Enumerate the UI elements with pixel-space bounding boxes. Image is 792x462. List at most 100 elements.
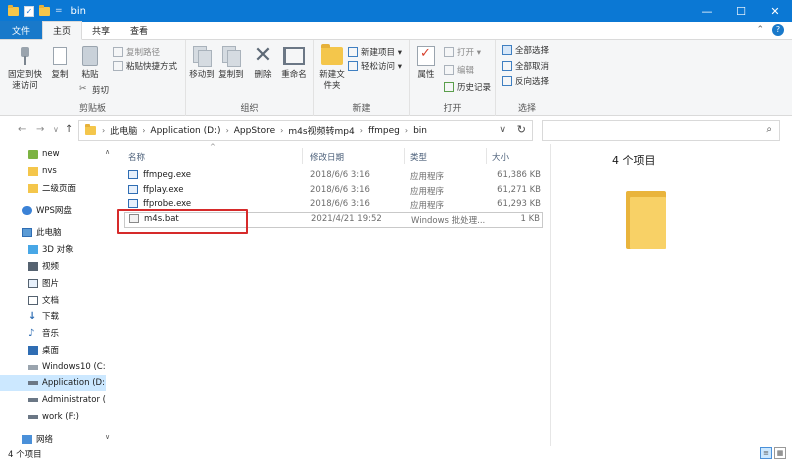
drive-icon bbox=[28, 398, 38, 402]
copy-path-icon bbox=[113, 47, 123, 57]
help-icon[interactable]: ? bbox=[772, 24, 784, 36]
picture-icon bbox=[28, 278, 38, 288]
forward-button[interactable]: → bbox=[36, 124, 44, 135]
delete-label: 删除 bbox=[254, 70, 272, 80]
chevron-up-icon[interactable]: ⌃ bbox=[756, 25, 764, 35]
new-folder-button[interactable]: 新建文件夹 bbox=[318, 44, 346, 92]
delete-button[interactable]: ✕ 删除 bbox=[252, 44, 274, 81]
column-date[interactable]: 修改日期 bbox=[310, 151, 344, 163]
column-size[interactable]: 大小 bbox=[492, 151, 509, 163]
breadcrumb-appstore[interactable]: AppStore bbox=[231, 126, 278, 136]
sidebar-item-videos[interactable]: 视频 bbox=[0, 258, 106, 274]
sidebar-item-network[interactable]: 网络 bbox=[0, 431, 106, 447]
edit-button[interactable]: 编辑 bbox=[444, 64, 474, 76]
sidebar-item-pictures[interactable]: 图片 bbox=[0, 275, 106, 291]
address-bar[interactable]: › 此电脑 › Application (D:) › AppStore › m4… bbox=[78, 120, 533, 141]
large-icons-view-icon[interactable]: ▦ bbox=[774, 447, 786, 459]
sidebar-item-label: work (F:) bbox=[42, 412, 79, 422]
sidebar-item-label: 音乐 bbox=[42, 329, 60, 339]
tab-file[interactable]: 文件 bbox=[0, 21, 43, 39]
minimize-button[interactable]: — bbox=[690, 0, 724, 22]
search-input[interactable]: ⌕ bbox=[542, 120, 780, 141]
copy-button[interactable]: 复制 bbox=[46, 44, 74, 81]
column-name[interactable]: 名称 bbox=[128, 151, 145, 163]
details-view-icon[interactable]: ≡ bbox=[760, 447, 772, 459]
breadcrumb-drive-d[interactable]: Application (D:) bbox=[147, 126, 223, 136]
new-folder-icon[interactable] bbox=[39, 4, 50, 16]
invert-selection-button[interactable]: 反向选择 bbox=[502, 75, 549, 87]
properties-icon[interactable]: ✓ bbox=[24, 5, 34, 17]
history-button[interactable]: 历史记录 bbox=[444, 81, 491, 93]
easy-access-button[interactable]: 轻松访问 ▾ bbox=[348, 60, 402, 72]
back-button[interactable]: ← bbox=[18, 124, 26, 135]
column-divider[interactable] bbox=[404, 148, 405, 164]
sidebar-item-documents[interactable]: 文档 bbox=[0, 292, 106, 308]
sidebar-item-music[interactable]: ♪ 音乐 bbox=[0, 325, 106, 341]
paste-shortcut-button[interactable]: 粘贴快捷方式 bbox=[113, 60, 177, 72]
table-row[interactable]: ffplay.exe 2018/6/6 3:16 应用程序 61,271 KB bbox=[124, 184, 543, 198]
open-label: 打开 ▾ bbox=[457, 48, 481, 58]
up-button[interactable]: ↑ bbox=[65, 124, 73, 135]
tab-home[interactable]: 主页 bbox=[42, 21, 83, 40]
sidebar-item-new[interactable]: new bbox=[0, 146, 106, 162]
tab-share[interactable]: 共享 bbox=[82, 21, 120, 39]
column-divider[interactable] bbox=[302, 148, 303, 164]
pin-to-quick-access-button[interactable]: 固定到快速访问 bbox=[6, 44, 44, 92]
properties-label: 属性 bbox=[417, 70, 435, 80]
column-type[interactable]: 类型 bbox=[410, 151, 427, 163]
tab-view[interactable]: 查看 bbox=[120, 21, 158, 39]
invert-selection-label: 反向选择 bbox=[515, 77, 550, 87]
column-divider[interactable] bbox=[486, 148, 487, 164]
breadcrumb-ffmpeg[interactable]: ffmpeg bbox=[365, 126, 403, 136]
folder-icon[interactable] bbox=[8, 4, 19, 16]
scroll-up-icon[interactable]: ∧ bbox=[105, 148, 110, 156]
sidebar-item-secondary-page[interactable]: 二级页面 bbox=[0, 180, 106, 196]
sidebar-item-this-pc[interactable]: 此电脑 bbox=[0, 224, 106, 240]
sidebar-item-nvs[interactable]: nvs bbox=[0, 163, 106, 179]
chevron-right-icon: › bbox=[142, 126, 146, 135]
maximize-button[interactable]: ☐ bbox=[724, 0, 758, 22]
breadcrumb-this-pc[interactable]: 此电脑 bbox=[107, 124, 140, 137]
sidebar-item-drive-e[interactable]: Administrator ( bbox=[0, 392, 106, 408]
sidebar-item-wps-cloud[interactable]: WPS网盘 bbox=[0, 202, 106, 218]
table-row[interactable]: ffmpeg.exe 2018/6/6 3:16 应用程序 61,386 KB bbox=[124, 169, 543, 183]
paste-label: 粘贴 bbox=[81, 70, 99, 80]
copy-to-button[interactable]: 复制到 bbox=[217, 44, 245, 81]
properties-button[interactable]: 属性 bbox=[414, 44, 438, 81]
cut-button[interactable]: ✂ 剪切 bbox=[79, 84, 110, 97]
recent-locations-button[interactable]: ∨ bbox=[53, 125, 59, 134]
refresh-button[interactable]: ↻ bbox=[517, 123, 526, 136]
navigation-pane-scrollbar[interactable]: ∧ ∨ bbox=[104, 144, 114, 446]
clipboard-group-label: 剪贴板 bbox=[78, 104, 106, 114]
sidebar-item-downloads[interactable]: ↓ 下载 bbox=[0, 308, 106, 324]
open-button[interactable]: 打开 ▾ bbox=[444, 46, 481, 58]
sidebar-item-drive-f[interactable]: work (F:) bbox=[0, 409, 106, 425]
select-all-button[interactable]: 全部选择 bbox=[502, 44, 549, 56]
sidebar-item-label: Application (D: bbox=[42, 378, 105, 388]
select-none-button[interactable]: 全部取消 bbox=[502, 60, 549, 72]
sidebar-item-3d-objects[interactable]: 3D 对象 bbox=[0, 241, 106, 257]
sidebar-item-drive-c[interactable]: Windows10 (C: bbox=[0, 359, 106, 375]
copy-label: 复制 bbox=[51, 70, 69, 80]
copy-path-button[interactable]: 复制路径 bbox=[113, 46, 160, 58]
breadcrumb-bin[interactable]: bin bbox=[410, 126, 430, 136]
sidebar-item-desktop[interactable]: 桌面 bbox=[0, 342, 106, 358]
chevron-down-icon[interactable]: ∨ bbox=[499, 125, 506, 135]
sidebar-item-drive-d[interactable]: Application (D: bbox=[0, 375, 106, 391]
new-folder-label: 新建文件夹 bbox=[319, 70, 345, 91]
easy-access-icon bbox=[348, 61, 358, 71]
customize-quick-access-icon[interactable]: = bbox=[55, 6, 63, 16]
cut-label: 剪切 bbox=[92, 86, 110, 96]
scroll-down-icon[interactable]: ∨ bbox=[105, 433, 110, 441]
breadcrumb-m4s[interactable]: m4s视频转mp4 bbox=[285, 124, 357, 137]
paste-button[interactable]: 粘贴 bbox=[76, 44, 104, 81]
new-item-button[interactable]: 新建项目 ▾ bbox=[348, 46, 402, 58]
close-button[interactable]: ✕ bbox=[758, 0, 792, 22]
easy-access-label: 轻松访问 ▾ bbox=[361, 62, 402, 72]
select-group-label: 选择 bbox=[517, 104, 536, 114]
rename-button[interactable]: 重命名 bbox=[280, 44, 308, 81]
rename-label: 重命名 bbox=[281, 70, 307, 80]
file-size: 1 KB bbox=[520, 214, 540, 224]
search-icon[interactable]: ⌕ bbox=[766, 124, 772, 135]
move-to-button[interactable]: 移动到 bbox=[188, 44, 216, 81]
